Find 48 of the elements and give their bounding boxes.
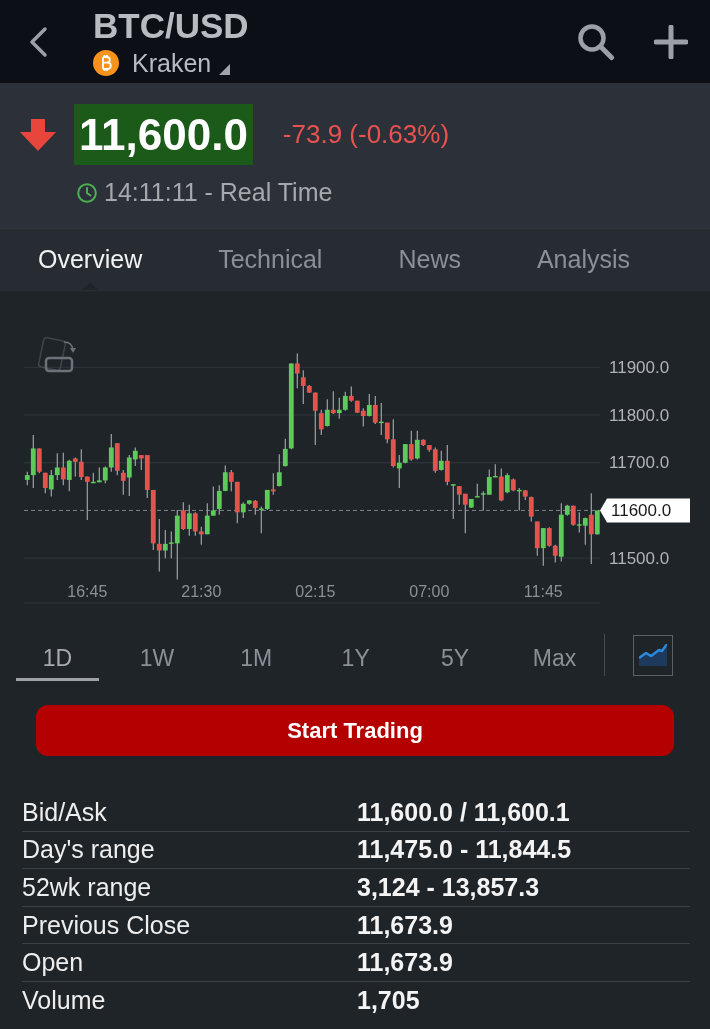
axis-label: 11700.0: [609, 453, 670, 473]
axis-label: 16:45: [67, 582, 108, 600]
tab[interactable]: Technical: [180, 229, 361, 290]
axis-label: 11:45: [523, 582, 563, 600]
tab[interactable]: News: [360, 229, 499, 290]
axis-label: 02:15: [295, 582, 336, 600]
axis-label: 11500.0: [609, 548, 670, 568]
stat-label: Volume: [22, 988, 107, 1014]
rotate-screen-icon[interactable]: [37, 336, 76, 373]
axis-label: 11800.0: [609, 405, 670, 425]
exchange-selector[interactable]: Kraken: [132, 47, 231, 78]
chart-type-button[interactable]: [633, 634, 674, 676]
stat-value: 11,673.9: [357, 912, 453, 938]
period-tab[interactable]: Max: [512, 635, 596, 681]
ref-line-label: 11600.0: [611, 501, 672, 521]
period-tab[interactable]: 5Y: [413, 635, 497, 681]
stat-value: 11,673.9: [357, 950, 453, 976]
period-tab[interactable]: 1Y: [314, 635, 398, 681]
stat-label: Bid/Ask: [22, 799, 108, 825]
axis-label: 11900.0: [609, 357, 670, 377]
plus-icon: [654, 24, 688, 59]
pair-title: BTC/USD: [93, 5, 249, 46]
stat-value: 11,475.0 - 11,844.5: [357, 837, 572, 863]
clock-icon: [77, 182, 97, 203]
period-tab[interactable]: 1W: [115, 635, 199, 681]
price-change: -73.9 (-0.63%): [282, 118, 450, 151]
area-chart-icon: [639, 644, 668, 666]
current-price-tag: 11600.0: [600, 498, 690, 523]
last-price: 11,600.0: [74, 104, 253, 165]
coin-icon: [93, 49, 119, 76]
axis-label: 07:00: [409, 582, 450, 600]
axis-label: 21:30: [181, 582, 222, 600]
stat-label: 52wk range: [22, 875, 153, 900]
stat-label: Day's range: [22, 837, 156, 863]
stat-value: 3,124 - 13,857.3: [357, 875, 540, 900]
search-icon: [577, 22, 615, 61]
stat-label: Open: [22, 950, 85, 976]
tab[interactable]: Overview: [0, 229, 181, 290]
dropdown-caret-icon: [219, 63, 231, 75]
stat-value: 1,705: [357, 988, 420, 1014]
period-tab[interactable]: 1D: [16, 635, 99, 681]
tab[interactable]: Analysis: [498, 229, 669, 290]
start-trading-button[interactable]: Start Trading: [36, 705, 674, 756]
update-time: 14:11:11 - Real Time: [104, 177, 333, 208]
back-chevron-icon: [27, 25, 49, 58]
stat-label: Previous Close: [22, 912, 192, 938]
period-tab[interactable]: 1M: [214, 635, 298, 681]
stat-value: 11,600.0 / 11,600.1: [357, 799, 570, 825]
